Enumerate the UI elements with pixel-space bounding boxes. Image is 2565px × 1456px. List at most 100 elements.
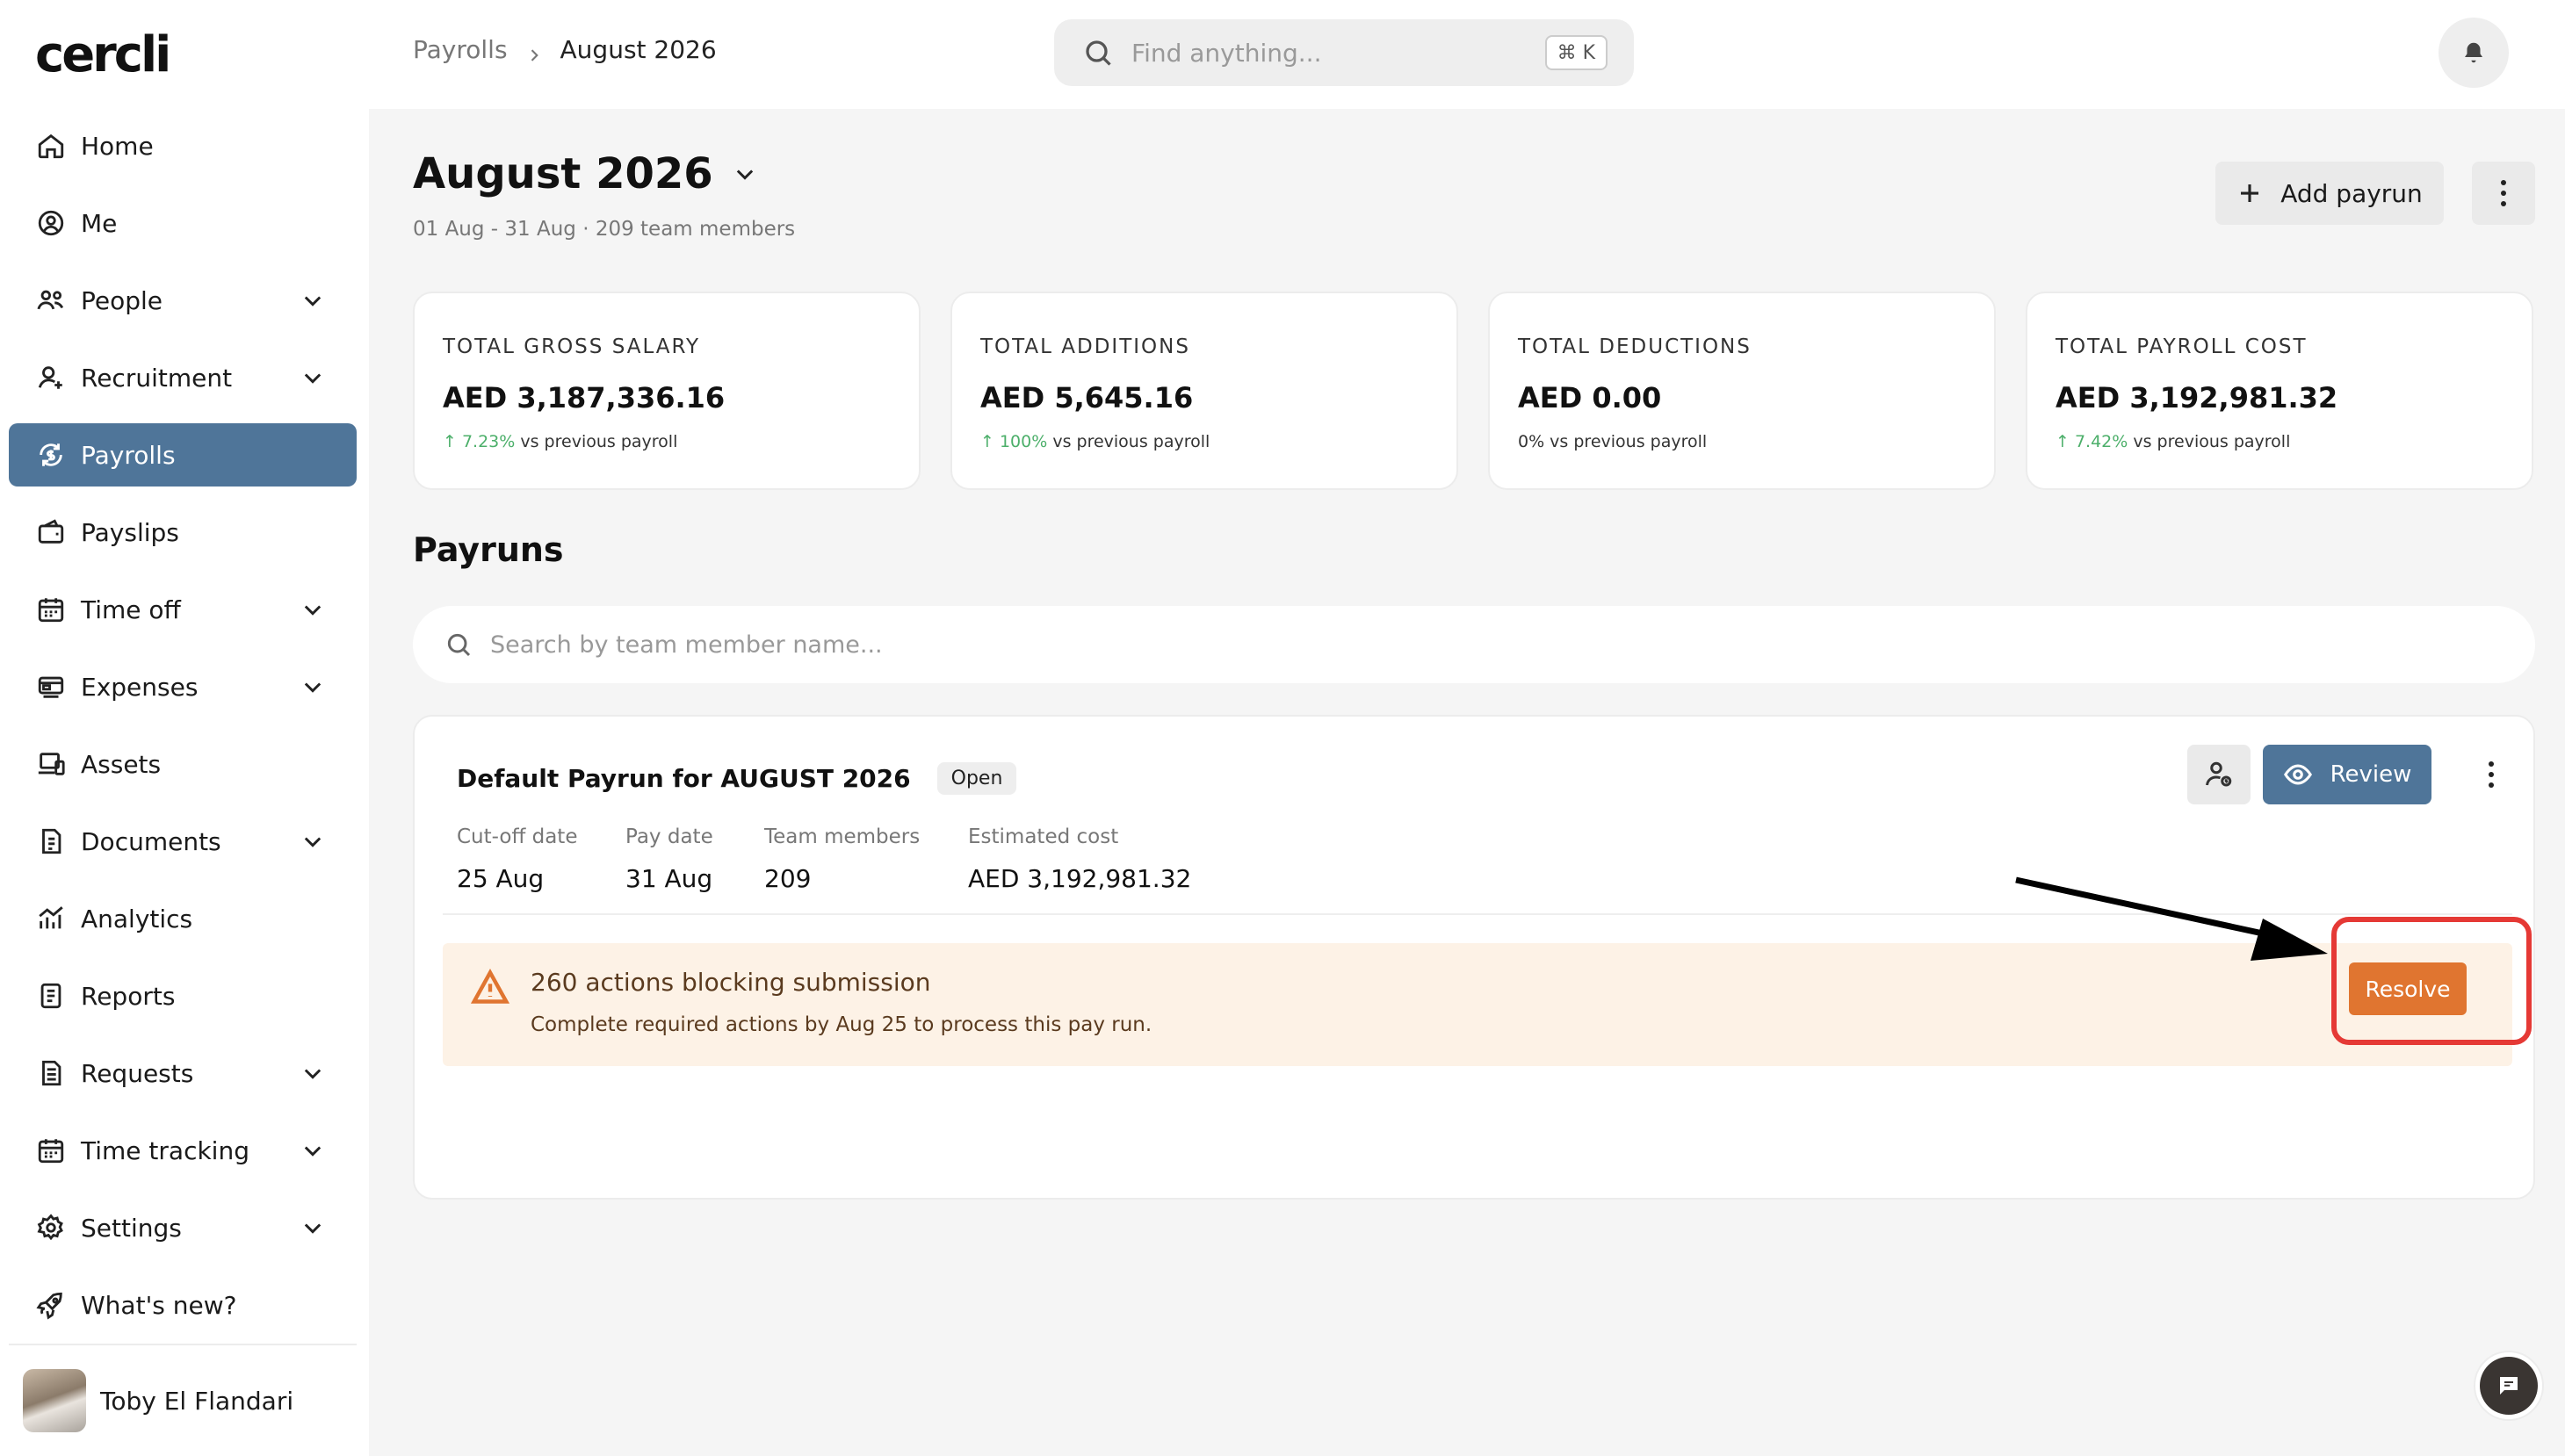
sidebar-item-payslips[interactable]: Payslips (9, 501, 357, 564)
chevron-down-icon[interactable] (300, 1215, 325, 1240)
more-options-button[interactable] (2472, 162, 2535, 225)
meta-value: 209 (764, 864, 812, 893)
devices-icon (35, 748, 67, 780)
sidebar: cercli Home Me People Recruitment Payrol… (0, 0, 369, 1456)
chat-button[interactable] (2474, 1351, 2544, 1421)
stat-change-suffix: vs previous payroll (1047, 432, 1210, 451)
add-payrun-label: Add payrun (2280, 178, 2423, 208)
global-search-placeholder: Find anything... (1131, 38, 1322, 68)
sidebar-item-payrolls[interactable]: Payrolls (9, 423, 357, 487)
team-member-search-input[interactable] (490, 631, 2071, 659)
sidebar-item-label: Time tracking (81, 1135, 249, 1165)
cercli-logo[interactable]: cercli (35, 26, 171, 83)
annotation-highlight (2331, 917, 2532, 1045)
stat-card-deductions: TOTAL DEDUCTIONS AED 0.00 0% vs previous… (1488, 292, 1996, 490)
stat-change-suffix: 0% vs previous payroll (1518, 432, 1708, 451)
sidebar-item-settings[interactable]: Settings (9, 1196, 357, 1259)
breadcrumb-payrolls-link[interactable]: Payrolls (413, 35, 508, 64)
chevron-down-icon[interactable] (300, 365, 325, 390)
chevron-down-icon[interactable] (300, 829, 325, 854)
stat-value: AED 3,192,981.32 (2056, 381, 2338, 414)
sidebar-item-time-off[interactable]: Time off (9, 578, 357, 641)
chevron-down-icon[interactable] (300, 1138, 325, 1163)
meta-value: 31 Aug (625, 864, 713, 893)
stat-card-additions: TOTAL ADDITIONS AED 5,645.16 ↑ 100% vs p… (950, 292, 1458, 490)
meta-team-members: Team members 209 (764, 825, 920, 893)
wallet-icon (35, 516, 67, 548)
stat-value: AED 0.00 (1518, 381, 1662, 414)
sidebar-item-label: Time off (81, 595, 181, 624)
sidebar-item-expenses[interactable]: Expenses (9, 655, 357, 718)
meta-label: Estimated cost (968, 825, 1119, 848)
notifications-button[interactable] (2439, 18, 2509, 88)
sidebar-item-label: Home (81, 131, 154, 161)
search-icon (447, 633, 471, 657)
stat-change: ↑ 7.42% vs previous payroll (2056, 432, 2532, 451)
search-icon (1086, 40, 1111, 66)
meta-cutoff-date: Cut-off date 25 Aug (457, 825, 577, 893)
document-icon (35, 825, 67, 857)
card-icon (35, 671, 67, 703)
plus-icon (2241, 184, 2259, 202)
chevron-down-icon[interactable] (300, 288, 325, 313)
home-icon (35, 130, 67, 162)
user-profile[interactable]: Toby El Flandari (9, 1344, 357, 1456)
alert-title: 260 actions blocking submission (531, 968, 931, 997)
top-bar: Payrolls August 2026 Find anything... ⌘ … (369, 0, 2565, 109)
assign-members-button[interactable] (2187, 745, 2251, 804)
sidebar-item-me[interactable]: Me (9, 191, 357, 255)
chevron-down-icon[interactable] (300, 1061, 325, 1085)
sidebar-item-reports[interactable]: Reports (9, 964, 357, 1027)
bell-icon (2465, 42, 2482, 63)
report-icon (35, 980, 67, 1012)
page-title[interactable]: August 2026 (413, 149, 757, 198)
sidebar-item-people[interactable]: People (9, 269, 357, 332)
global-search-input[interactable]: Find anything... ⌘ K (1054, 19, 1634, 86)
user-settings-icon (2206, 761, 2232, 787)
page-title-text: August 2026 (413, 149, 713, 198)
main-content: August 2026 01 Aug - 31 Aug · 209 team m… (369, 109, 2565, 1456)
payrun-title: Default Payrun for AUGUST 2026 (457, 764, 911, 793)
sidebar-item-documents[interactable]: Documents (9, 810, 357, 873)
chevron-down-icon[interactable] (733, 162, 757, 186)
eye-icon (2283, 764, 2312, 785)
annotation-arrow-icon (2015, 876, 2328, 961)
user-add-icon (35, 362, 67, 393)
sidebar-item-time-tracking[interactable]: Time tracking (9, 1119, 357, 1182)
sidebar-item-label: Payslips (81, 517, 179, 547)
sidebar-item-requests[interactable]: Requests (9, 1042, 357, 1105)
sidebar-item-label: Settings (81, 1213, 182, 1243)
team-member-search[interactable] (413, 606, 2535, 683)
add-payrun-button[interactable]: Add payrun (2215, 162, 2444, 225)
calendar-icon (35, 594, 67, 625)
stat-change-suffix: vs previous payroll (515, 432, 678, 451)
chevron-down-icon[interactable] (300, 597, 325, 622)
stat-label: TOTAL DEDUCTIONS (1518, 335, 1752, 358)
payrun-more-button[interactable] (2467, 750, 2516, 799)
review-button[interactable]: Review (2263, 745, 2431, 804)
meta-label: Cut-off date (457, 825, 578, 848)
breadcrumb-current: August 2026 (560, 35, 717, 64)
shortcut-badge: ⌘ K (1544, 35, 1608, 70)
sidebar-item-label: What's new? (81, 1290, 237, 1320)
warning-icon (470, 968, 510, 1006)
sidebar-item-label: People (81, 285, 163, 315)
sidebar-item-whats-new[interactable]: What's new? (9, 1273, 357, 1337)
avatar[interactable] (23, 1369, 86, 1432)
stat-label: TOTAL GROSS SALARY (443, 335, 701, 358)
sidebar-item-home[interactable]: Home (9, 114, 357, 177)
chevron-down-icon[interactable] (300, 674, 325, 699)
stat-card-gross-salary: TOTAL GROSS SALARY AED 3,187,336.16 ↑ 7.… (413, 292, 921, 490)
user-name: Toby El Flandari (100, 1386, 294, 1416)
sidebar-item-label: Reports (81, 981, 176, 1011)
sidebar-item-analytics[interactable]: Analytics (9, 887, 357, 950)
stat-change-up: ↑ 7.42% (2056, 432, 2128, 451)
sidebar-item-recruitment[interactable]: Recruitment (9, 346, 357, 409)
meta-value: AED 3,192,981.32 (968, 864, 1192, 893)
stat-label: TOTAL PAYROLL COST (2056, 335, 2308, 358)
sidebar-item-assets[interactable]: Assets (9, 732, 357, 796)
sidebar-item-label: Requests (81, 1058, 194, 1088)
chat-icon (2480, 1357, 2538, 1415)
breadcrumb: Payrolls August 2026 (413, 35, 717, 64)
more-vertical-icon (2501, 180, 2506, 206)
